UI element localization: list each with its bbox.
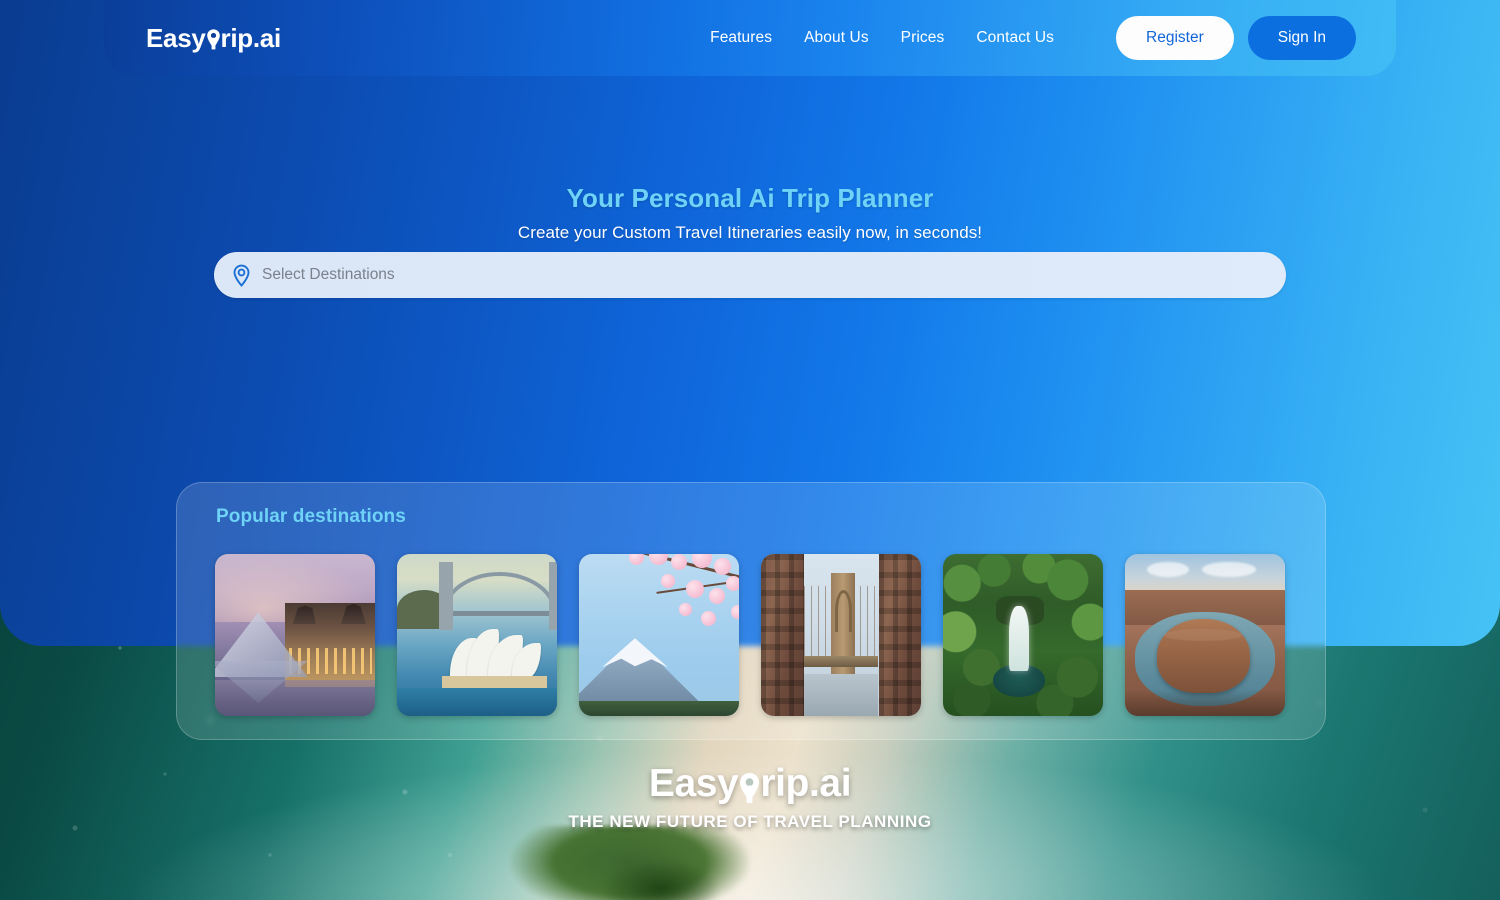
- destination-thumbnail-list: [215, 554, 1285, 716]
- jungle-waterfall-image: [943, 554, 1103, 716]
- hero-subtitle: Create your Custom Travel Itineraries ea…: [517, 223, 983, 242]
- paris-louvre-image: [215, 554, 375, 716]
- sign-in-button[interactable]: Sign In: [1247, 16, 1356, 60]
- destination-thumb-horseshoe-bend-canyon[interactable]: [1125, 554, 1285, 716]
- destination-thumb-mount-fuji-cherry-blossom[interactable]: [579, 554, 739, 716]
- destination-thumb-sydney-opera-house[interactable]: [397, 554, 557, 716]
- nav-item-prices[interactable]: Prices: [901, 29, 945, 47]
- location-pin-t-icon: [206, 25, 221, 51]
- background-vegetation-secondary: [600, 858, 720, 900]
- manhattan-bridge-image: [761, 554, 921, 716]
- footer-tagline: THE NEW FUTURE OF TRAVEL PLANNING: [568, 812, 932, 831]
- destination-thumb-manhattan-bridge[interactable]: [761, 554, 921, 716]
- location-pin-icon: [232, 264, 251, 287]
- register-button[interactable]: Register: [1116, 16, 1234, 60]
- destination-thumb-jungle-waterfall[interactable]: [943, 554, 1103, 716]
- location-pin-t-icon: [738, 765, 760, 804]
- popular-destinations-title: Popular destinations: [216, 506, 406, 527]
- popular-destinations-card: Popular destinations: [176, 482, 1326, 740]
- brand-logo-suffix: rip.ai: [220, 22, 282, 53]
- nav-item-about-us[interactable]: About Us: [804, 29, 869, 47]
- footer-logo: Easy rip.ai: [648, 762, 852, 806]
- auth-buttons: Register Sign In: [1116, 16, 1356, 60]
- destination-search-bar[interactable]: [214, 252, 1286, 298]
- hero-copy: Your Personal Ai Trip Planner Create you…: [0, 183, 1500, 243]
- main-navigation: Features About Us Prices Contact Us: [710, 29, 1054, 47]
- horseshoe-bend-image: [1125, 554, 1285, 716]
- footer-brand: Easy rip.ai THE NEW FUTURE OF TRAVEL PLAN…: [0, 762, 1500, 832]
- mount-fuji-image: [579, 554, 739, 716]
- brand-logo-prefix: Easy: [146, 22, 206, 53]
- nav-item-contact-us[interactable]: Contact Us: [976, 29, 1054, 47]
- footer-logo-suffix: rip.ai: [760, 762, 852, 805]
- sydney-opera-house-image: [397, 554, 557, 716]
- search-input[interactable]: [262, 266, 1266, 284]
- destination-thumb-paris-louvre-pyramid[interactable]: [215, 554, 375, 716]
- hero-title: Your Personal Ai Trip Planner: [566, 183, 934, 213]
- footer-logo-prefix: Easy: [648, 762, 739, 805]
- nav-item-features[interactable]: Features: [710, 29, 772, 47]
- brand-logo[interactable]: Easy rip.ai: [146, 23, 281, 54]
- site-header: Easy rip.ai Features About Us Prices Cont…: [104, 0, 1396, 76]
